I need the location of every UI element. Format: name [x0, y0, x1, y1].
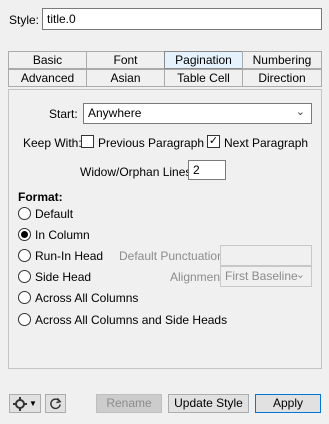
- alignment-label: Alignment:: [170, 270, 227, 284]
- tab-advanced[interactable]: Advanced: [8, 69, 87, 87]
- start-select[interactable]: Anywhere ⌄: [83, 103, 312, 124]
- tab-row-1: Basic Font Pagination Numbering: [8, 51, 322, 69]
- tab-bar: Basic Font Pagination Numbering Advanced…: [8, 51, 322, 87]
- alignment-select[interactable]: First Baseline ⌄: [220, 266, 312, 287]
- format-default-radio[interactable]: [18, 207, 31, 220]
- refresh-icon: [50, 397, 62, 410]
- style-label: Style:: [9, 13, 40, 27]
- settings-menu-button[interactable]: ▼: [9, 394, 41, 413]
- checkmark-icon: ✓: [208, 135, 219, 147]
- default-punctuation-input[interactable]: [220, 245, 312, 266]
- tab-asian[interactable]: Asian: [86, 69, 165, 87]
- format-across-all-columns-radio[interactable]: [18, 291, 31, 304]
- tab-row-2: Advanced Asian Table Cell Direction: [8, 69, 322, 87]
- format-in-column-label: In Column: [35, 228, 90, 242]
- alignment-select-value: First Baseline: [225, 269, 298, 283]
- format-side-head-radio[interactable]: [18, 270, 31, 283]
- start-label: Start:: [49, 107, 78, 121]
- format-default-label: Default: [35, 207, 74, 221]
- widow-orphan-input[interactable]: 2: [188, 160, 226, 180]
- widow-orphan-label: Widow/Orphan Lines:: [80, 165, 195, 179]
- next-paragraph-checkbox[interactable]: ✓: [207, 135, 220, 148]
- tab-direction[interactable]: Direction: [242, 69, 322, 87]
- start-select-value: Anywhere: [88, 106, 142, 120]
- format-run-in-head-label: Run-In Head: [35, 249, 104, 263]
- format-across-all-columns-side-heads-radio[interactable]: [18, 313, 31, 326]
- format-in-column-radio[interactable]: [18, 228, 31, 241]
- pagination-panel: Start: Anywhere ⌄ Keep With: Previous Pa…: [8, 89, 322, 369]
- rename-button[interactable]: Rename: [96, 394, 162, 413]
- previous-paragraph-checkbox[interactable]: [81, 135, 94, 148]
- previous-paragraph-label: Previous Paragraph: [98, 136, 205, 150]
- format-run-in-head-radio[interactable]: [18, 249, 31, 262]
- format-side-head-label: Side Head: [35, 270, 92, 284]
- chevron-down-icon: ⌄: [295, 106, 305, 118]
- tab-font[interactable]: Font: [86, 51, 165, 69]
- default-punctuation-label: Default Punctuation:: [119, 249, 228, 263]
- gear-icon: [13, 396, 28, 411]
- refresh-button[interactable]: [45, 394, 66, 413]
- format-across-all-columns-label: Across All Columns: [35, 291, 139, 305]
- tab-basic[interactable]: Basic: [8, 51, 87, 69]
- chevron-down-icon: ⌄: [295, 269, 305, 281]
- tab-table-cell[interactable]: Table Cell: [164, 69, 243, 87]
- format-across-all-columns-side-heads-label: Across All Columns and Side Heads: [35, 313, 228, 327]
- format-label: Format:: [18, 190, 63, 204]
- tab-pagination[interactable]: Pagination: [164, 51, 243, 69]
- update-style-button[interactable]: Update Style: [168, 394, 249, 413]
- dropdown-arrow-icon: ▼: [29, 399, 37, 408]
- style-name-field[interactable]: title.0: [42, 8, 322, 30]
- next-paragraph-label: Next Paragraph: [224, 136, 309, 150]
- tab-numbering[interactable]: Numbering: [242, 51, 322, 69]
- keep-with-label: Keep With:: [23, 136, 82, 150]
- apply-button[interactable]: Apply: [255, 394, 321, 413]
